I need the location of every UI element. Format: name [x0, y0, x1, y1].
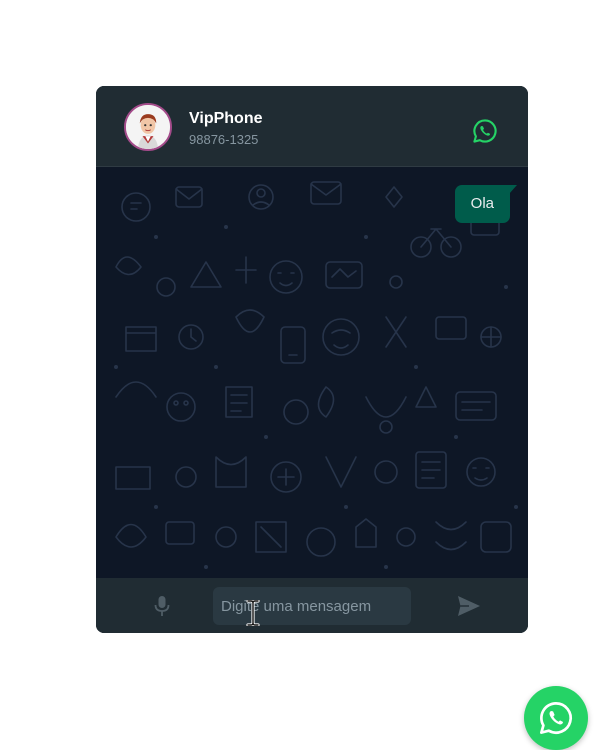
- chat-body: Ola: [96, 167, 528, 578]
- message-input[interactable]: [213, 587, 411, 625]
- floating-whatsapp-button[interactable]: [524, 686, 588, 750]
- contact-phone: 98876-1325: [189, 132, 259, 147]
- microphone-icon[interactable]: [152, 595, 172, 617]
- avatar-character-icon: [126, 105, 170, 149]
- whatsapp-icon: [540, 702, 572, 734]
- chat-widget: VipPhone 98876-1325 Ola Digite uma mensa…: [96, 86, 528, 633]
- chat-header: VipPhone 98876-1325: [96, 86, 528, 167]
- send-icon[interactable]: [457, 595, 481, 617]
- contact-name: VipPhone: [189, 110, 263, 127]
- doodle-wallpaper: [114, 181, 518, 569]
- avatar[interactable]: [124, 103, 172, 151]
- outgoing-message: Ola: [454, 185, 518, 223]
- whatsapp-icon[interactable]: [472, 118, 498, 144]
- chat-footer: [96, 578, 528, 633]
